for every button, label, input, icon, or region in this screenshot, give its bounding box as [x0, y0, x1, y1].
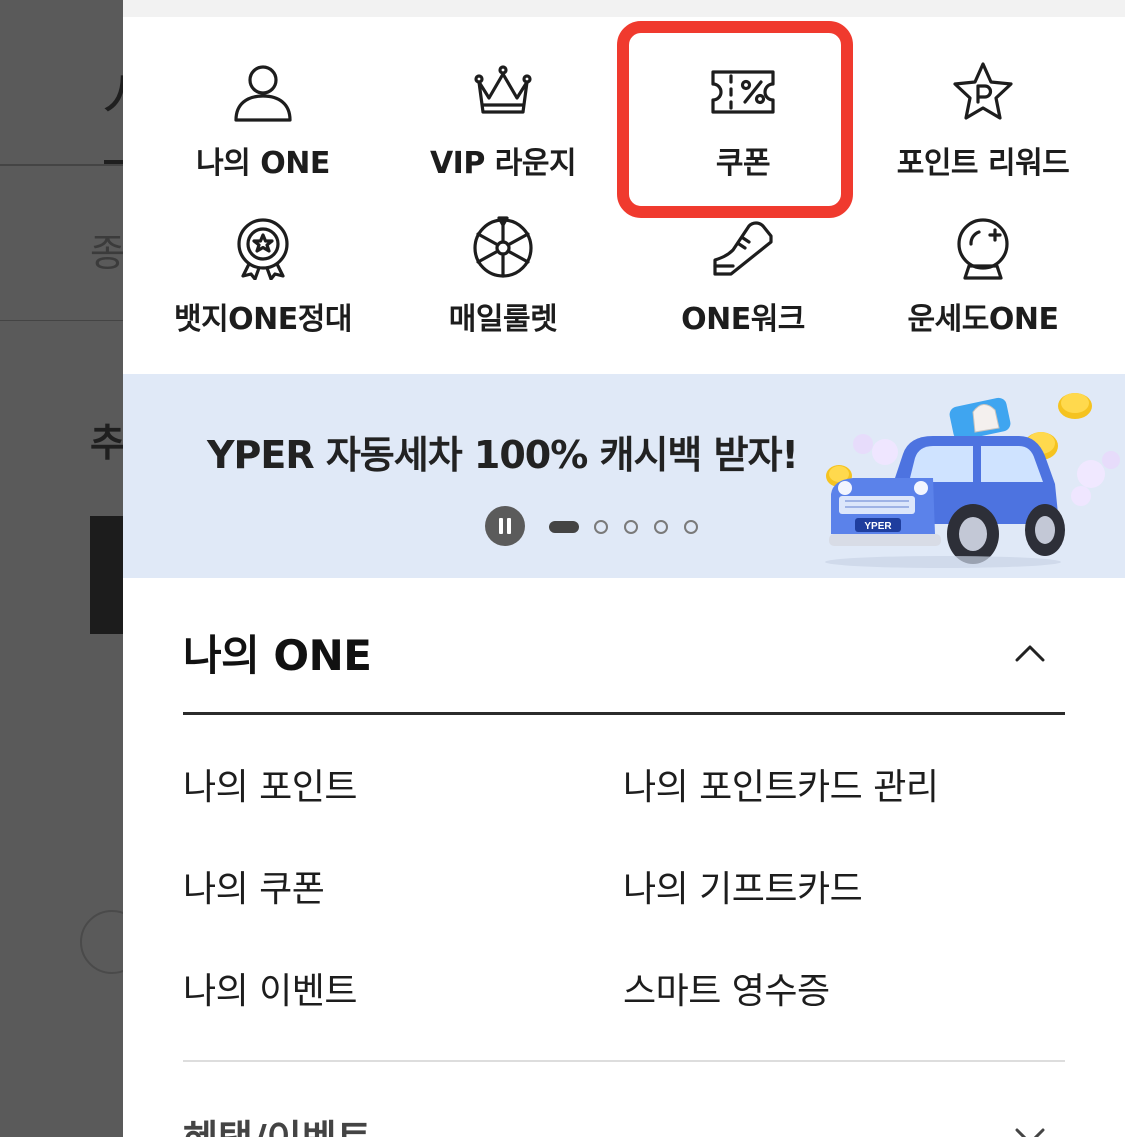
side-drawer: 나의 ONE VIP 라운지 쿠폰 포인트 리워드 뱃지ONE정대 매일룰렛 O…: [123, 0, 1125, 1137]
person-icon: [231, 60, 295, 124]
quick-menu-fortune[interactable]: 운세도ONE: [863, 216, 1103, 366]
roulette-icon: [471, 216, 535, 280]
coupon-icon: [711, 60, 775, 124]
background-heading-text: 추: [90, 421, 125, 465]
chevron-up-icon[interactable]: [1013, 640, 1047, 664]
section-divider: [183, 1060, 1065, 1062]
quick-menu-label: VIP 라운지: [429, 146, 577, 181]
background-thumbnail: [90, 516, 123, 634]
quick-menu-vip-lounge[interactable]: VIP 라운지: [383, 60, 623, 210]
quick-menu-label: 쿠폰: [715, 146, 771, 181]
section-benefits-title[interactable]: 혜택/이벤트: [183, 1108, 372, 1137]
banner-indicator-dot[interactable]: [654, 520, 668, 534]
background-divider: [0, 320, 123, 321]
car-wash-illustration: YPER: [825, 393, 1120, 568]
banner-indicator-dot-active[interactable]: [549, 521, 579, 533]
link-my-points[interactable]: 나의 포인트: [183, 758, 358, 810]
banner-title: YPER 자동세차 100% 캐시백 받자!: [207, 433, 799, 477]
badge-icon: [231, 216, 295, 280]
section-my-one-title[interactable]: 나의 ONE: [183, 622, 372, 683]
quick-menu-point-reward[interactable]: 포인트 리워드: [863, 60, 1103, 210]
quick-menu-label: 매일룰렛: [448, 302, 558, 337]
point-star-icon: [951, 60, 1015, 124]
drawer-top-strip: [123, 0, 1125, 17]
chevron-down-icon[interactable]: [1013, 1124, 1047, 1137]
link-my-gift-card[interactable]: 나의 기프트카드: [623, 860, 863, 912]
crown-icon: [471, 60, 535, 124]
quick-menu-label: 포인트 리워드: [896, 146, 1070, 181]
quick-menu-coupon[interactable]: 쿠폰: [623, 60, 863, 210]
coin-icon: [1058, 393, 1092, 419]
link-smart-receipt[interactable]: 스마트 영수증: [623, 962, 830, 1014]
crystal-ball-icon: [951, 216, 1015, 280]
quick-menu-my-one[interactable]: 나의 ONE: [143, 60, 383, 210]
background-filter-text: 종: [90, 231, 125, 275]
sneaker-icon: [711, 216, 775, 280]
section-divider: [183, 712, 1065, 715]
banner-indicator-dot[interactable]: [594, 520, 608, 534]
quick-menu-label: 운세도ONE: [907, 302, 1059, 337]
promo-banner[interactable]: YPER 자동세차 100% 캐시백 받자! YPER: [123, 374, 1125, 578]
banner-indicator-dot[interactable]: [624, 520, 638, 534]
quick-menu-label: ONE워크: [681, 302, 805, 337]
link-my-events[interactable]: 나의 이벤트: [183, 962, 358, 1014]
quick-menu-label: 뱃지ONE정대: [173, 302, 353, 337]
car-plate-text: YPER: [864, 521, 892, 532]
link-my-coupons[interactable]: 나의 쿠폰: [183, 860, 325, 912]
quick-menu-roulette[interactable]: 매일룰렛: [383, 216, 623, 366]
link-my-point-card[interactable]: 나의 포인트카드 관리: [623, 758, 939, 810]
quick-menu-badge[interactable]: 뱃지ONE정대: [143, 216, 383, 366]
quick-menu-one-walk[interactable]: ONE워크: [623, 216, 863, 366]
background-divider: [0, 164, 123, 166]
banner-indicator-dot[interactable]: [684, 520, 698, 534]
quick-menu-label: 나의 ONE: [196, 146, 330, 181]
banner-pause-button[interactable]: [485, 506, 525, 546]
